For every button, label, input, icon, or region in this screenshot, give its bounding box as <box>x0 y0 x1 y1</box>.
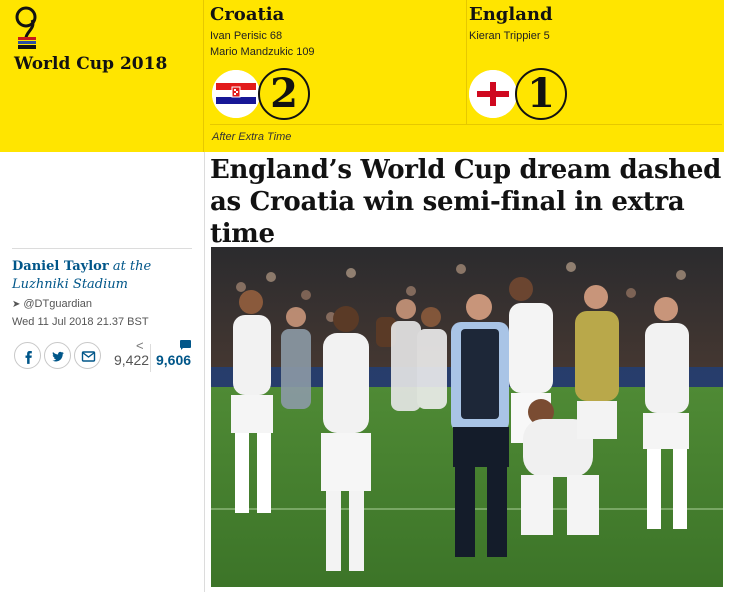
croatia-flag-icon <box>212 70 260 118</box>
competition-title: World Cup 2018 <box>14 54 168 74</box>
match-status: After Extra Time <box>212 131 292 143</box>
facebook-icon <box>25 351 32 364</box>
away-scorer: Kieran Trippier 5 <box>469 30 550 42</box>
competition-panel[interactable]: World Cup 2018 <box>0 0 204 152</box>
away-team-name: England <box>469 4 553 25</box>
byline: Daniel Taylor at the Luzhniki Stadium <box>12 258 198 294</box>
publish-date: Wed 11 Jul 2018 21.37 BST <box>12 316 149 328</box>
match-header: World Cup 2018 Croatia Ivan Perisic 68 M… <box>0 0 724 152</box>
comment-count[interactable]: 9,606 <box>156 352 191 368</box>
share-icon: < <box>136 338 144 353</box>
email-share-button[interactable] <box>74 342 101 369</box>
twitter-icon <box>52 351 64 362</box>
headline: England’s World Cup dream dashed as Croa… <box>210 155 722 249</box>
away-score: 1 <box>515 68 567 120</box>
facebook-share-button[interactable] <box>14 342 41 369</box>
twitter-share-button[interactable] <box>44 342 71 369</box>
email-icon <box>81 351 96 362</box>
world-cup-trophy-icon <box>15 6 37 49</box>
divider <box>12 248 192 249</box>
twitter-handle[interactable]: ➤ @DTguardian <box>12 298 92 310</box>
away-team-panel: England Kieran Trippier 5 1 <box>466 0 722 124</box>
main-photo <box>211 247 723 587</box>
home-team-panel: Croatia Ivan Perisic 68 Mario Mandzukic … <box>210 0 460 124</box>
players-on-pitch-image <box>211 247 723 587</box>
home-scorer: Ivan Perisic 68 <box>210 30 283 42</box>
twitter-bird-icon: ➤ <box>12 299 21 310</box>
home-team-name: Croatia <box>210 4 285 25</box>
divider <box>150 344 151 372</box>
share-count: 9,422 <box>114 352 150 368</box>
author-link[interactable]: Daniel Taylor <box>12 259 109 274</box>
divider <box>210 124 722 125</box>
twitter-handle-text: @DTguardian <box>23 298 93 310</box>
england-flag-icon <box>469 70 517 118</box>
home-score: 2 <box>258 68 310 120</box>
comment-icon <box>180 340 191 350</box>
rail-divider <box>204 152 205 592</box>
home-scorer: Mario Mandzukic 109 <box>210 46 315 58</box>
